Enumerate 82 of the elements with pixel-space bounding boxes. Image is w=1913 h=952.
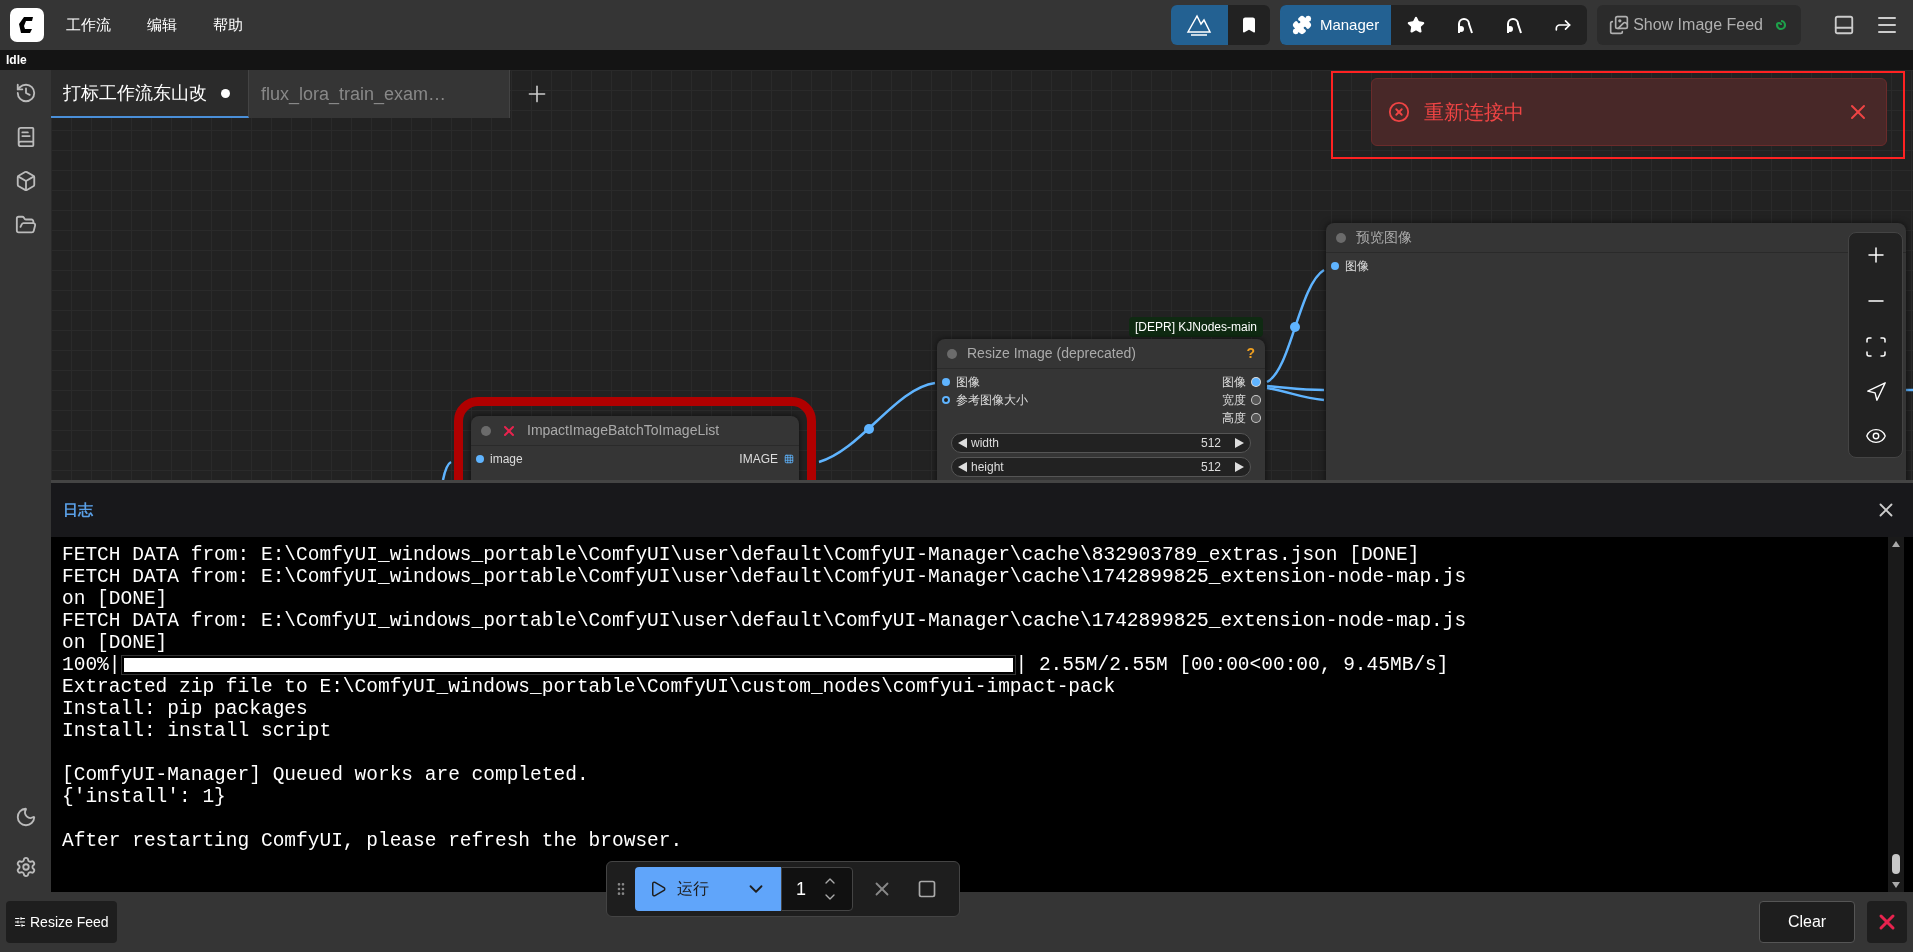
node-card[interactable]: Resize Image (deprecated) ? 图像 参考图像大小 图像 宽度 高度 width 512 height 512 [937, 339, 1265, 480]
log-line: on [DONE] [62, 588, 168, 610]
moon-icon[interactable] [14, 806, 37, 828]
workflow-tab[interactable]: 打标工作流东山改 [51, 70, 249, 118]
log-line: Extracted zip file to E:\ComfyUI_windows_portable\ComfyUI\custom_nodes\comfyui-impact-pack [62, 676, 1116, 698]
mountain-logo-icon [1185, 12, 1214, 38]
log-line: 100%| [62, 654, 121, 676]
node-card[interactable]: 预览图像 图像 [1326, 223, 1906, 480]
number-widget[interactable]: width 512 [951, 433, 1251, 453]
output-socket[interactable] [1252, 414, 1260, 422]
log-line: FETCH DATA from: E:\ComfyUI_windows_portable\ComfyUI\user\default\ComfyUI-Manager\cache\832903789_extras.json [DONE] [62, 544, 1420, 566]
log-line: Install: install script [62, 720, 332, 742]
settings-icon[interactable] [14, 856, 37, 878]
count-field[interactable]: 1 [781, 867, 853, 911]
decrement-icon[interactable] [958, 462, 967, 472]
stop-icon[interactable] [917, 879, 937, 899]
logo-button[interactable] [1170, 5, 1228, 45]
pointer-icon[interactable] [1864, 381, 1887, 403]
log-line: FETCH DATA from: E:\ComfyUI_windows_portable\ComfyUI\user\default\ComfyUI-Manager\cache\1742899825_extension-node-map.js [62, 566, 1467, 588]
sliders-icon [14, 916, 26, 928]
run-button[interactable]: 运行 [635, 867, 781, 911]
node-card[interactable]: ImpactImageBatchToImageList image IMAGE [471, 416, 799, 480]
scroll-up-icon[interactable] [1892, 541, 1900, 547]
input-socket[interactable] [942, 396, 950, 404]
link-wire[interactable] [818, 381, 936, 464]
node-title: Resize Image (deprecated) [967, 344, 1136, 363]
output-label: 宽度 [1222, 392, 1246, 409]
output-label: 高度 [1222, 410, 1246, 427]
play-icon [649, 880, 667, 898]
manager-button[interactable]: Manager [1279, 5, 1392, 45]
input-socket[interactable] [942, 378, 950, 386]
input-label: 图像 [956, 374, 980, 391]
panel-toggle-icon[interactable] [1833, 14, 1855, 36]
scroll-down-icon[interactable] [1892, 882, 1900, 888]
help-mark[interactable]: ? [1246, 343, 1255, 364]
output-label: IMAGE [739, 451, 778, 468]
puzzle-icon [1291, 15, 1312, 35]
log-line: {'install': 1} [62, 786, 226, 808]
images-icon [1609, 15, 1630, 35]
increment-icon[interactable] [1235, 438, 1244, 448]
node-canvas[interactable]: 打标工作流东山改 flux_lora_train_exam… 预览图像 图像 [DEPR] KJNodes-main Resize Image (deprecated) ? 图像 参考图像大小 图像 宽度 高度 width 512 height 512 ImpactImageBatchToImageList image IMAGE 重新连接中 [51, 70, 1913, 480]
image-feed-button[interactable]: Show Image Feed [1597, 5, 1801, 45]
list-socket-icon[interactable] [784, 454, 794, 464]
bookmark-button[interactable] [1227, 5, 1270, 45]
number-widget[interactable]: height 512 [951, 457, 1251, 477]
log-line: Install: pip packages [62, 698, 308, 720]
increment-icon[interactable] [1235, 462, 1244, 472]
close-feed-button[interactable] [1867, 901, 1907, 943]
output-label: 图像 [1222, 374, 1246, 391]
log-line: After restarting ComfyUI, please refresh the browser. [62, 830, 683, 852]
menu-item[interactable]: 编辑 [135, 7, 189, 43]
history-icon[interactable] [14, 82, 37, 104]
input-label: 图像 [1345, 258, 1369, 275]
clear-button[interactable]: Clear [1759, 901, 1855, 943]
node-title: ImpactImageBatchToImageList [527, 421, 720, 440]
folder-icon[interactable] [14, 214, 37, 236]
resize-feed-button[interactable]: Resize Feed [6, 901, 117, 943]
log-line: | 2.55M/2.55M [00:00<00:00, 9.45MB/s] [1015, 654, 1449, 676]
menu-item[interactable]: 帮助 [201, 7, 255, 43]
log-title[interactable]: 日志 [63, 498, 93, 522]
node-badge: [DEPR] KJNodes-main [1128, 317, 1263, 337]
fit-view-icon[interactable] [1863, 335, 1888, 359]
input-socket[interactable] [1331, 262, 1339, 270]
swirl-icon [1773, 17, 1789, 33]
link-wire[interactable] [441, 461, 452, 480]
input-socket[interactable] [476, 455, 484, 463]
status-text: Idle [6, 52, 27, 69]
cube-icon[interactable] [14, 170, 37, 192]
log-line: FETCH DATA from: E:\ComfyUI_windows_portable\ComfyUI\user\default\ComfyUI-Manager\cache\1742899825_extension-node-map.js [62, 610, 1467, 632]
menu-item[interactable]: 工作流 [54, 7, 123, 43]
toast-message: 重新连接中 [1424, 100, 1524, 125]
input-label: image [490, 451, 523, 468]
log-line: [ComfyUI-Manager] Queued works are completed. [62, 764, 589, 786]
error-icon [1388, 101, 1410, 123]
app-logo[interactable] [10, 8, 44, 42]
star-icon [1406, 16, 1425, 34]
input-label: 参考图像大小 [956, 392, 1028, 409]
output-socket[interactable] [1252, 396, 1260, 404]
scroll-thumb[interactable] [1892, 854, 1900, 874]
log-line: on [DONE] [62, 632, 168, 654]
decrement-icon[interactable] [958, 438, 967, 448]
node-title: 预览图像 [1356, 228, 1412, 247]
